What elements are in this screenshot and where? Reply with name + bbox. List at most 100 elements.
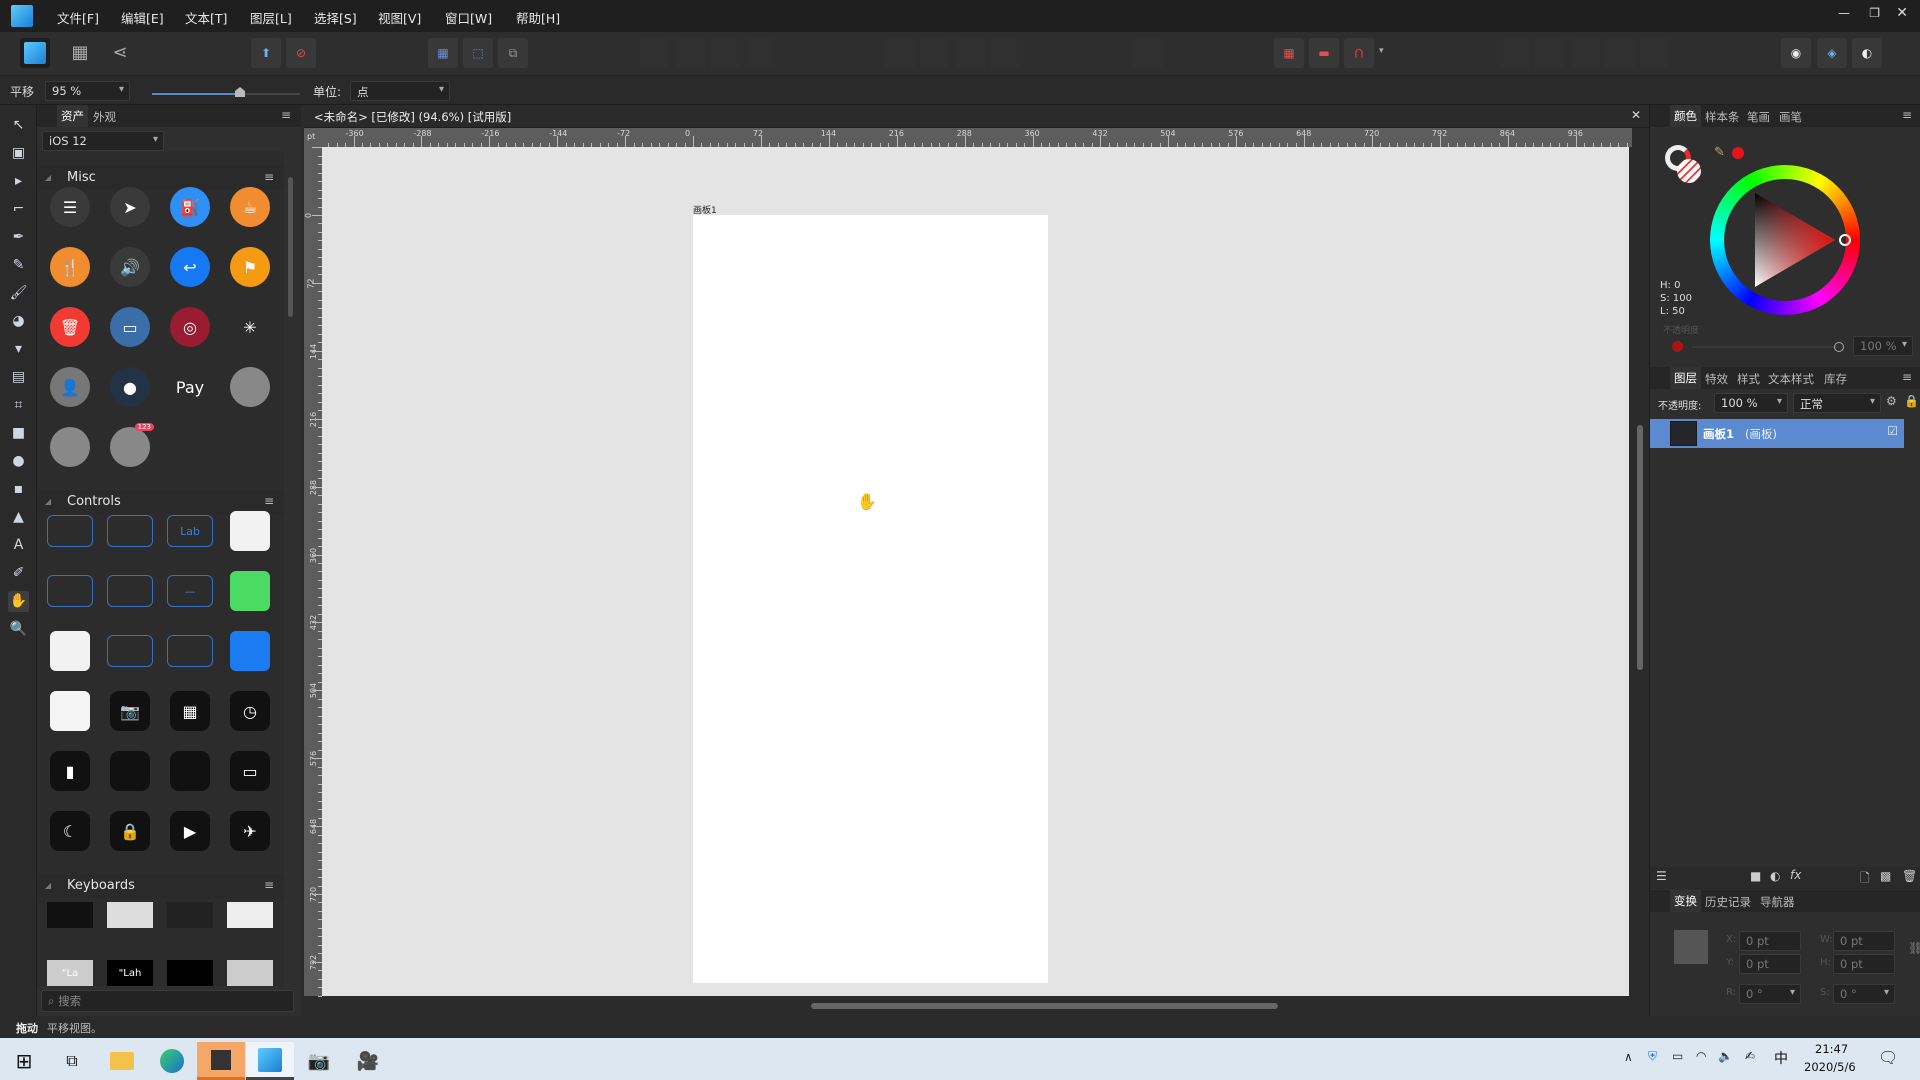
- menu-item[interactable]: 文本[T]: [185, 8, 227, 27]
- archive-box-icon[interactable]: ▭: [110, 307, 150, 347]
- add-pixel-layer-icon[interactable]: ▩: [1880, 869, 1891, 883]
- numpad-light-icon[interactable]: [227, 902, 273, 928]
- slider-line-icon[interactable]: [167, 635, 213, 667]
- panel-menu-icon[interactable]: ≡: [1902, 108, 1912, 122]
- file-explorer-icon[interactable]: [98, 1042, 146, 1080]
- mask-icon[interactable]: ■: [1750, 869, 1761, 883]
- text-field-icon[interactable]: [107, 575, 153, 607]
- zoom-slider-track[interactable]: [152, 87, 300, 97]
- vector-brush-tool-icon[interactable]: 🖌: [8, 283, 29, 304]
- layer-row[interactable]: 画板1 (画板) ☑: [1650, 419, 1904, 448]
- brightness-slider-icon[interactable]: [170, 751, 210, 791]
- white-button-icon[interactable]: [230, 511, 270, 551]
- collapse-triangle-icon[interactable]: ◢: [45, 173, 51, 182]
- transparency-tool-icon[interactable]: ▾: [8, 339, 29, 360]
- keyboard-dark-icon[interactable]: [47, 902, 93, 928]
- connectivity-icon[interactable]: ✈: [230, 811, 270, 851]
- edge-browser-icon[interactable]: [148, 1042, 196, 1080]
- tab-history[interactable]: 历史记录: [1705, 894, 1751, 910]
- menu-item[interactable]: 帮助[H]: [516, 8, 560, 27]
- list-icon[interactable]: ☰: [50, 187, 90, 227]
- assets-scrollbar[interactable]: [286, 155, 295, 982]
- section-menu-icon[interactable]: ≡: [264, 878, 274, 892]
- toggle-off-icon[interactable]: [50, 631, 90, 671]
- picker-icon[interactable]: [50, 691, 90, 731]
- zoom-tool-icon[interactable]: 🔍: [8, 619, 29, 640]
- volume-icon[interactable]: 🔈: [1718, 1049, 1733, 1063]
- layer-visibility-checkbox[interactable]: ☑: [1887, 424, 1898, 438]
- menu-item[interactable]: 编辑[E]: [121, 8, 164, 27]
- boolean-subtract-icon[interactable]: [1535, 38, 1565, 68]
- tray-overflow-icon[interactable]: ∧: [1624, 1050, 1633, 1064]
- y-field[interactable]: 0 pt: [1739, 954, 1801, 974]
- vertical-scrollbar[interactable]: [1632, 147, 1649, 996]
- blue-button-icon[interactable]: [230, 631, 270, 671]
- wifi-icon[interactable]: ◠: [1696, 1049, 1706, 1063]
- spinner-icon[interactable]: ✳: [230, 307, 270, 347]
- export-persona-button[interactable]: ⋖: [105, 38, 135, 68]
- artboard-tool-icon[interactable]: ▣: [8, 143, 29, 164]
- volume-slider-icon[interactable]: [110, 751, 150, 791]
- tab-effects[interactable]: 特效: [1705, 371, 1728, 387]
- gear-icon[interactable]: ⚙: [1886, 394, 1897, 408]
- h-field[interactable]: 0 pt: [1833, 954, 1895, 974]
- tab-transform[interactable]: 变换: [1670, 890, 1701, 912]
- tab-swatches[interactable]: 样本条: [1705, 109, 1740, 125]
- avatar-icon[interactable]: 👤: [50, 367, 90, 407]
- clock-time[interactable]: 21:47: [1815, 1042, 1848, 1056]
- boolean-divide-icon[interactable]: [1640, 38, 1670, 68]
- text-field-icon[interactable]: [47, 575, 93, 607]
- tab-styles[interactable]: 样式: [1737, 371, 1760, 387]
- asset-set-dropdown[interactable]: iOS 12: [42, 131, 164, 151]
- picked-color-swatch[interactable]: [1732, 147, 1744, 159]
- r-field[interactable]: 0 °: [1739, 984, 1801, 1004]
- sticky-notes-app-icon[interactable]: [197, 1042, 245, 1080]
- tab-layers[interactable]: 图层: [1670, 367, 1701, 389]
- tab-text-styles[interactable]: 文本样式: [1768, 371, 1814, 387]
- align-icon[interactable]: [1133, 38, 1163, 68]
- move-tool-icon[interactable]: ↖: [8, 115, 29, 136]
- screen-mirroring-icon[interactable]: ▭: [230, 751, 270, 791]
- section-menu-icon[interactable]: ≡: [264, 170, 274, 184]
- fill-tool-icon[interactable]: ◕: [8, 311, 29, 332]
- flip-vertical-icon[interactable]: [920, 38, 950, 68]
- link-proportions-icon[interactable]: ⛓: [1908, 941, 1920, 955]
- toggle-on-icon[interactable]: [230, 571, 270, 611]
- boolean-add-icon[interactable]: [1500, 38, 1530, 68]
- delete-layer-icon[interactable]: 🗑: [1902, 869, 1917, 883]
- zoom-slider-handle[interactable]: [235, 87, 245, 97]
- add-layer-icon[interactable]: 🗋: [1860, 869, 1870, 890]
- ime-indicator[interactable]: 中: [1774, 1048, 1788, 1068]
- tab-stock[interactable]: 库存: [1824, 371, 1847, 387]
- vertical-ruler[interactable]: 072144216288360432504576648720792: [304, 147, 322, 997]
- designer-persona-button[interactable]: [20, 38, 50, 68]
- corner-tool-icon[interactable]: ⌐: [8, 199, 29, 220]
- hue-handle[interactable]: [1839, 234, 1851, 246]
- assistant-off-icon[interactable]: ⊘: [286, 38, 316, 68]
- rounded-rectangle-tool-icon[interactable]: ▪: [8, 479, 29, 500]
- horizontal-ruler[interactable]: -360 -288 -216 -144 -72 0 72 144 216 288 360 432 504…: [322, 128, 1632, 147]
- pixel-persona-button[interactable]: ▦: [65, 38, 95, 68]
- zoom-field[interactable]: 95 %: [45, 81, 130, 101]
- move-to-front-icon[interactable]: [640, 38, 670, 68]
- assets-search-input[interactable]: ⌕ 搜索: [41, 990, 294, 1012]
- notifications-icon[interactable]: 🗨: [1878, 1048, 1898, 1067]
- avatar-placeholder-icon[interactable]: [50, 427, 90, 467]
- document-tab[interactable]: <未命名> [已修改] (94.6%) [试用版] ✕: [304, 105, 1649, 128]
- insert-behind-icon[interactable]: ◉: [1781, 38, 1811, 68]
- tab-brushes[interactable]: 画笔: [1779, 109, 1802, 125]
- adjustment-icon[interactable]: ◐: [1770, 869, 1780, 883]
- close-window-button[interactable]: ✕: [1896, 5, 1908, 21]
- hand-tool-icon[interactable]: ✋: [8, 591, 29, 612]
- avatar-badge-icon[interactable]: 123: [110, 423, 154, 467]
- text-field-icon[interactable]: [47, 515, 93, 547]
- calculator-icon[interactable]: ▦: [170, 691, 210, 731]
- fx-icon[interactable]: fx: [1790, 868, 1801, 882]
- rotate-left-icon[interactable]: [955, 38, 985, 68]
- move-to-back-icon[interactable]: [745, 38, 775, 68]
- insert-inside-icon[interactable]: ◐: [1852, 38, 1882, 68]
- rotate-right-icon[interactable]: [990, 38, 1020, 68]
- menu-item[interactable]: 选择[S]: [314, 8, 357, 27]
- reply-icon[interactable]: ↩: [170, 247, 210, 287]
- snap-guides-icon[interactable]: ▬: [1309, 38, 1339, 68]
